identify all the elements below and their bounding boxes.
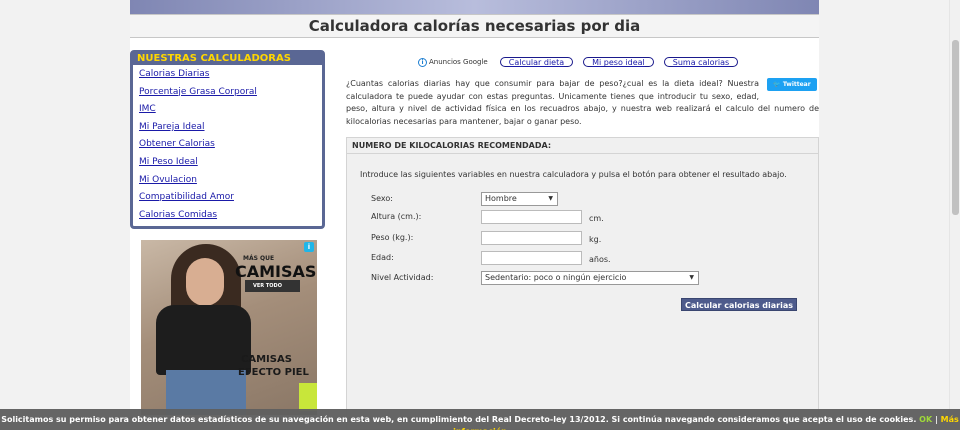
peso-input[interactable] xyxy=(481,231,582,245)
calculator-link-imc[interactable]: IMC xyxy=(139,104,156,114)
actividad-select[interactable]: Sedentario: poco o ningún ejercicio ▼ xyxy=(481,271,699,285)
scrollbar-thumb[interactable] xyxy=(952,40,959,215)
altura-label: Altura (cm.): xyxy=(371,212,422,221)
actividad-label: Nivel Actividad: xyxy=(371,273,434,282)
twitter-share-button[interactable]: 🐦 Twittear xyxy=(767,78,817,91)
dropdown-arrow-icon: ▼ xyxy=(689,274,694,281)
header-banner xyxy=(130,0,819,14)
google-ads-bar: i Anuncios Google Calcular dieta Mi peso… xyxy=(418,56,739,68)
info-icon: i xyxy=(418,57,427,67)
calculator-form: NUMERO DE KILOCALORIAS RECOMENDADA: Intr… xyxy=(346,137,819,430)
cookie-banner: Solicitamos su permiso para obtener dato… xyxy=(0,409,960,430)
ad-tagline-1: CAMISAS xyxy=(241,354,292,365)
cookie-separator: | xyxy=(934,415,938,424)
edad-label: Edad: xyxy=(371,253,394,262)
list-item: IMC xyxy=(139,104,322,122)
intro-section: 🐦 Twittear ¿Cuantas calorias diarias hay… xyxy=(346,78,819,128)
list-item: Calorias Comidas xyxy=(139,210,322,228)
ad-small-text: MÁS QUE xyxy=(243,255,275,262)
sexo-value: Hombre xyxy=(485,194,517,203)
calculator-link-obtener-calorias[interactable]: Obtener Calorias xyxy=(139,139,215,149)
altura-input[interactable] xyxy=(481,210,582,224)
list-item: Porcentaje Grasa Corporal xyxy=(139,87,322,105)
cookie-ok-button[interactable]: OK xyxy=(919,415,932,424)
ad-info-icon[interactable]: i xyxy=(304,242,314,252)
edad-input[interactable] xyxy=(481,251,582,265)
page-scrollbar[interactable] xyxy=(949,0,960,409)
list-item: Calorias Diarias xyxy=(139,69,322,87)
list-item: Compatibilidad Amor xyxy=(139,192,322,210)
form-instructions: Introduce las siguientes variables en nu… xyxy=(360,170,787,179)
peso-label: Peso (kg.): xyxy=(371,233,414,242)
calculators-header: NUESTRAS CALCULADORAS xyxy=(133,53,322,65)
ad-model-face xyxy=(186,258,224,306)
ad-brand-logo xyxy=(299,383,317,411)
sexo-label: Sexo: xyxy=(371,194,393,203)
ad-tagline-2: EFECTO PIEL xyxy=(238,367,309,378)
cookie-text: Solicitamos su permiso para obtener dato… xyxy=(1,415,917,424)
calculators-list: Calorias Diarias Porcentaje Grasa Corpor… xyxy=(133,65,322,227)
list-item: Mi Peso Ideal xyxy=(139,157,322,175)
ad-link-calcular-dieta[interactable]: Calcular dieta xyxy=(499,57,574,67)
intro-text: ¿Cuantas calorias diarias hay que consum… xyxy=(346,79,819,126)
calculator-link-compatibilidad[interactable]: Compatibilidad Amor xyxy=(139,192,234,202)
calculators-box: NUESTRAS CALCULADORAS Calorias Diarias P… xyxy=(130,50,325,229)
calculator-link-peso-ideal[interactable]: Mi Peso Ideal xyxy=(139,157,198,167)
page-container: Calculadora calorías necesarias por dia … xyxy=(130,0,819,430)
sexo-select[interactable]: Hombre ▼ xyxy=(481,192,558,206)
altura-unit: cm. xyxy=(589,214,604,223)
list-item: Obtener Calorias xyxy=(139,139,322,157)
calculator-link-ovulacion[interactable]: Mi Ovulacion xyxy=(139,175,197,185)
ad-model-jacket xyxy=(156,305,251,375)
calculator-link-calorias-comidas[interactable]: Calorias Comidas xyxy=(139,210,217,220)
ad-link-mi-peso-ideal[interactable]: Mi peso ideal xyxy=(583,57,654,67)
form-header: NUMERO DE KILOCALORIAS RECOMENDADA: xyxy=(347,138,818,154)
dropdown-arrow-icon: ▼ xyxy=(548,195,553,202)
twitter-label: Twittear xyxy=(782,81,811,88)
page-title: Calculadora calorías necesarias por dia xyxy=(130,14,819,38)
sidebar-ad-banner[interactable]: MÁS QUE CAMISAS VER TODO CAMISAS EFECTO … xyxy=(141,240,317,415)
peso-unit: kg. xyxy=(589,235,602,244)
edad-unit: años. xyxy=(589,255,611,264)
list-item: Mi Ovulacion xyxy=(139,175,322,193)
calculator-link-pareja-ideal[interactable]: Mi Pareja Ideal xyxy=(139,122,205,132)
list-item: Mi Pareja Ideal xyxy=(139,122,322,140)
ad-cta-button[interactable]: VER TODO xyxy=(245,280,300,292)
calculator-link-calorias-diarias[interactable]: Calorias Diarias xyxy=(139,69,209,79)
calculator-link-grasa-corporal[interactable]: Porcentaje Grasa Corporal xyxy=(139,87,257,97)
twitter-icon: 🐦 xyxy=(773,81,783,88)
ad-headline: CAMISAS xyxy=(235,262,317,281)
ad-link-suma-calorias[interactable]: Suma calorias xyxy=(663,57,739,67)
calculate-button[interactable]: Calcular calorias diarias xyxy=(681,298,797,311)
google-ads-label: Anuncios Google xyxy=(429,58,488,66)
actividad-value: Sedentario: poco o ningún ejercicio xyxy=(485,273,627,282)
